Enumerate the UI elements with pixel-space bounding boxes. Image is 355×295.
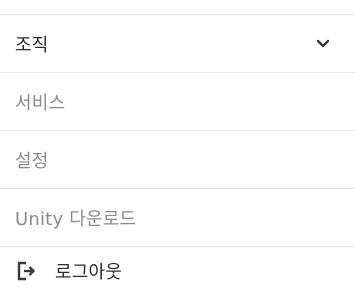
menu-item-organization[interactable]: 조직: [0, 15, 355, 73]
menu-item-label: 서비스: [15, 92, 66, 114]
menu-item-services[interactable]: 서비스: [0, 73, 355, 131]
logout-icon: [15, 260, 37, 282]
account-menu: 조직 서비스 설정 Unity 다운로드 로그아웃: [0, 0, 355, 295]
menu-item-download-unity[interactable]: Unity 다운로드: [0, 189, 355, 247]
menu-top-divider: [0, 0, 355, 15]
menu-item-label: 설정: [15, 150, 49, 172]
menu-item-label: 조직: [15, 34, 49, 56]
menu-item-settings[interactable]: 설정: [0, 131, 355, 189]
menu-item-label: 로그아웃: [55, 262, 123, 283]
chevron-down-icon[interactable]: [313, 34, 333, 54]
menu-item-label: Unity 다운로드: [15, 208, 137, 230]
menu-item-logout[interactable]: 로그아웃: [0, 247, 355, 295]
